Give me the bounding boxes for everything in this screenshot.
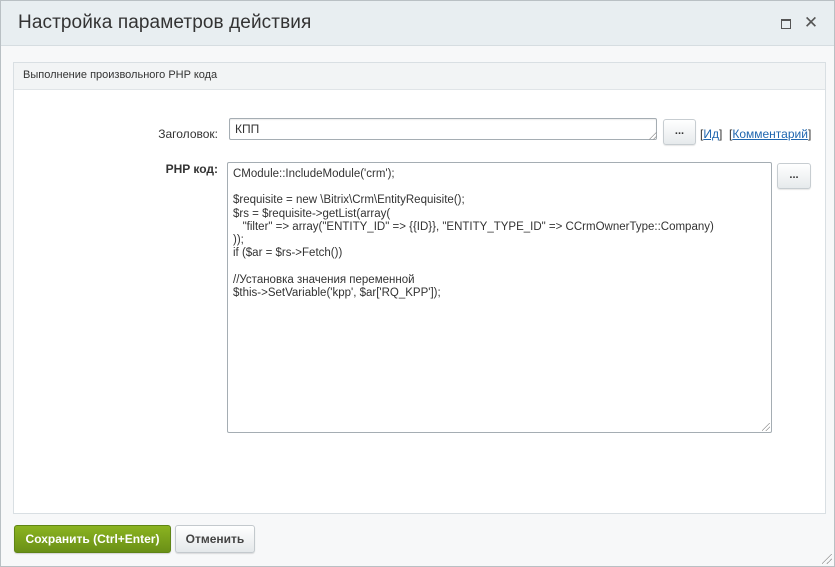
php-code-label: PHP код: xyxy=(165,162,218,176)
save-button[interactable]: Сохранить (Ctrl+Enter) xyxy=(14,525,171,553)
maximize-icon[interactable] xyxy=(778,15,794,31)
cancel-button[interactable]: Отменить xyxy=(175,525,255,553)
action-settings-dialog: Настройка параметров действия ✕ Выполнен… xyxy=(0,0,835,567)
title-field-label: Заголовок: xyxy=(158,127,218,141)
dialog-title: Настройка параметров действия xyxy=(18,12,312,33)
close-icon[interactable]: ✕ xyxy=(803,14,819,31)
php-insert-button[interactable]: ... xyxy=(777,163,811,189)
field-links: [Ид] [Комментарий] xyxy=(700,127,812,141)
id-link[interactable]: Ид xyxy=(703,127,719,141)
dialog-content: Выполнение произвольного PHP кода Заголо… xyxy=(13,62,826,514)
resize-grip-icon[interactable] xyxy=(649,132,657,140)
resize-grip-icon[interactable] xyxy=(762,423,770,431)
title-insert-button[interactable]: ... xyxy=(663,119,696,145)
php-code-textarea[interactable]: CModule::IncludeModule('crm'); $requisit… xyxy=(227,162,772,433)
dialog-titlebar[interactable]: Настройка параметров действия ✕ xyxy=(1,1,834,46)
title-input[interactable] xyxy=(229,118,657,140)
section-header: Выполнение произвольного PHP кода xyxy=(14,63,825,90)
dialog-resize-grip-icon[interactable] xyxy=(822,554,832,564)
section-title: Выполнение произвольного PHP кода xyxy=(23,69,218,81)
comment-link[interactable]: Комментарий xyxy=(732,127,808,141)
